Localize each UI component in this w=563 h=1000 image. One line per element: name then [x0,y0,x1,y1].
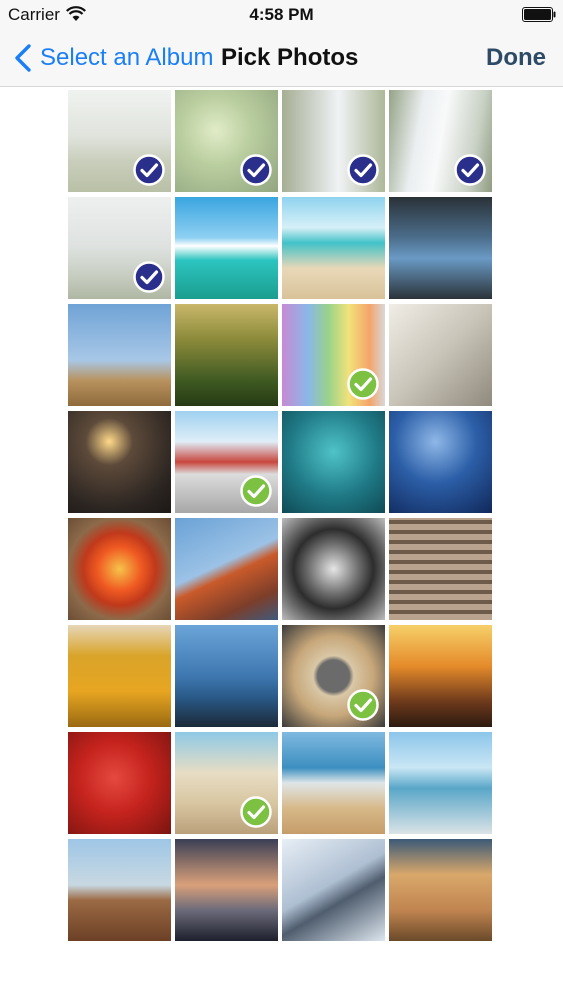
photo-thumbnail-bread-heart[interactable] [282,625,385,727]
photo-thumbnail-beach[interactable] [282,197,385,299]
photo-thumbnail-palace[interactable] [389,839,492,941]
photo-thumbnail-glasses[interactable] [389,304,492,406]
photo-image [68,518,171,620]
photo-thumbnail-waterfall-close[interactable] [389,90,492,192]
photo-thumbnail-strawberries[interactable] [68,732,171,834]
checkmark-icon [133,261,165,293]
photo-image [175,518,278,620]
photo-image [389,732,492,834]
photo-image [175,197,278,299]
photo-image [175,839,278,941]
checkmark-icon [347,689,379,721]
photo-thumbnail-elephant[interactable] [68,304,171,406]
photo-image [389,625,492,727]
status-bar: Carrier 4:58 PM [0,0,563,30]
checkmark-icon [347,154,379,186]
photo-thumbnail-flower[interactable] [68,518,171,620]
photo-thumbnail-sunset-street[interactable] [389,625,492,727]
checkmark-icon [454,154,486,186]
photo-thumbnail-leaves[interactable] [175,90,278,192]
photo-thumbnail-tropical-island[interactable] [175,197,278,299]
photo-thumbnail-glass-ball[interactable] [282,518,385,620]
photo-thumbnail-falls-mist[interactable] [68,197,171,299]
photo-thumbnail-running-kids[interactable] [389,732,492,834]
back-button[interactable]: Select an Album [12,40,213,76]
photo-thumbnail-car[interactable] [389,197,492,299]
page-title: Pick Photos [221,44,359,71]
photo-thumbnail-sparkler[interactable] [68,411,171,513]
photo-image [68,625,171,727]
checkmark-icon [240,475,272,507]
photo-image [389,839,492,941]
photo-image [68,411,171,513]
navigation-bar: Select an Album Pick Photos Done [0,30,563,87]
photo-image [389,411,492,513]
photo-thumbnail-tribe[interactable] [68,839,171,941]
photo-image [389,197,492,299]
photo-image [282,839,385,941]
photo-thumbnail-honey[interactable] [68,625,171,727]
photo-image [282,518,385,620]
photo-thumbnail-rocks-sea[interactable] [175,625,278,727]
checkmark-icon [240,796,272,828]
photo-image [282,197,385,299]
photo-thumbnail-fisherman[interactable] [175,839,278,941]
photo-thumbnail-mountain[interactable] [175,518,278,620]
photo-image [389,304,492,406]
chevron-left-icon [15,44,31,72]
photo-thumbnail-bokeh[interactable] [389,411,492,513]
checkmark-icon [133,154,165,186]
photo-image [68,304,171,406]
done-button[interactable]: Done [486,44,546,72]
checkmark-icon [240,154,272,186]
photo-thumbnail-tire-snow[interactable] [282,839,385,941]
photo-thumbnail-fish[interactable] [282,411,385,513]
photo-image [282,411,385,513]
photo-thumbnail-beach-play[interactable] [282,732,385,834]
photo-image [68,732,171,834]
photo-thumbnail-child-rainbow[interactable] [282,304,385,406]
back-button-label: Select an Album [40,44,214,71]
checkmark-icon [347,368,379,400]
photo-thumbnail-desert-car[interactable] [175,732,278,834]
photo-image [175,304,278,406]
photo-image [175,625,278,727]
photo-image [389,518,492,620]
battery-icon [522,7,556,22]
photo-thumbnail-train[interactable] [175,411,278,513]
clock-time: 4:58 PM [249,5,314,24]
photo-thumbnail-field[interactable] [68,90,171,192]
photo-image [68,839,171,941]
photo-thumbnail-forest[interactable] [175,304,278,406]
photo-image [282,732,385,834]
photo-thumbnail-waterfall[interactable] [282,90,385,192]
photo-thumbnail-building-facade[interactable] [389,518,492,620]
